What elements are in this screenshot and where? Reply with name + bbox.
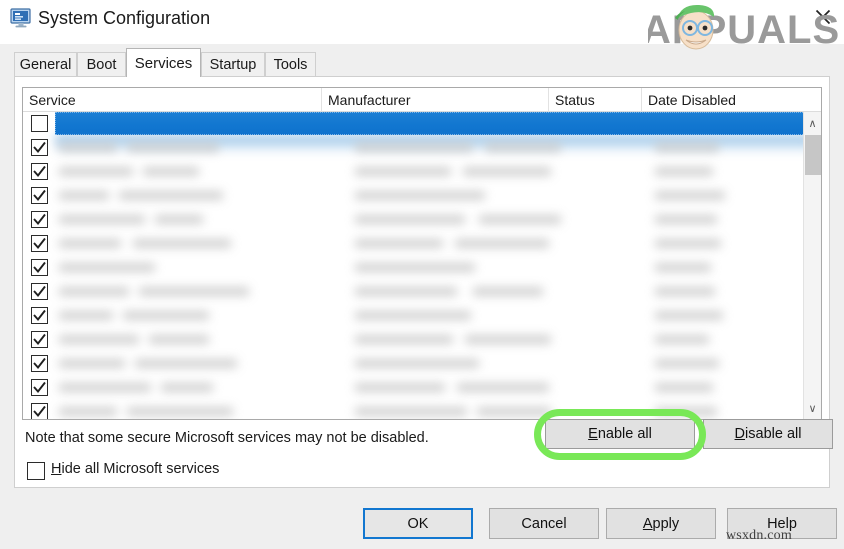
tab-strip: General Boot Services Startup Tools <box>14 48 830 77</box>
row-checkbox[interactable] <box>31 187 48 204</box>
row-checkbox[interactable] <box>31 235 48 252</box>
row-content-blurred <box>55 136 809 160</box>
row-checkbox[interactable] <box>31 211 48 228</box>
row-checkbox[interactable] <box>31 259 48 276</box>
disable-all-accel: D <box>734 426 746 442</box>
disable-all-button[interactable]: Disable all <box>703 419 833 449</box>
column-header-date-disabled[interactable]: Date Disabled <box>642 88 804 112</box>
table-row[interactable] <box>23 256 821 280</box>
scroll-down-icon[interactable]: ∨ <box>804 397 821 419</box>
tab-tools[interactable]: Tools <box>265 52 316 76</box>
row-content-blurred <box>55 400 809 419</box>
apply-button[interactable]: Apply <box>606 508 716 539</box>
row-checkbox[interactable] <box>31 307 48 324</box>
row-content-blurred <box>55 352 809 376</box>
row-content-blurred <box>55 328 809 352</box>
table-row[interactable] <box>23 400 821 419</box>
enable-all-accel: E <box>588 426 598 442</box>
services-list-view[interactable]: Service Manufacturer Status Date Disable… <box>22 87 822 420</box>
row-content-blurred <box>55 208 809 232</box>
row-content-blurred <box>55 232 809 256</box>
hide-microsoft-services-checkbox[interactable] <box>27 462 45 480</box>
table-row[interactable] <box>23 352 821 376</box>
services-tab-panel: Service Manufacturer Status Date Disable… <box>14 76 833 488</box>
tab-boot[interactable]: Boot <box>77 52 126 76</box>
table-row[interactable] <box>23 184 821 208</box>
table-row[interactable] <box>23 376 821 400</box>
tab-services[interactable]: Services <box>126 48 201 77</box>
title-bar: System Configuration <box>0 0 844 44</box>
system-configuration-dialog: System Configuration APPUALS General Boo… <box>0 0 844 549</box>
row-checkbox[interactable] <box>31 355 48 372</box>
table-row[interactable] <box>23 280 821 304</box>
column-header-status[interactable]: Status <box>549 88 642 112</box>
list-body: ∧ ∨ <box>23 112 821 419</box>
ok-button[interactable]: OK <box>363 508 473 539</box>
system-configuration-icon <box>10 8 32 28</box>
hide-label-accel: H <box>51 461 62 477</box>
row-content-blurred <box>55 304 809 328</box>
list-header-row: Service Manufacturer Status Date Disable… <box>23 88 821 112</box>
row-content-blurred <box>55 280 809 304</box>
row-content-blurred <box>55 160 809 184</box>
table-row[interactable] <box>23 136 821 160</box>
scrollbar-thumb[interactable] <box>805 135 821 175</box>
row-checkbox[interactable] <box>31 163 48 180</box>
vertical-scrollbar[interactable]: ∧ ∨ <box>803 112 821 419</box>
enable-all-button[interactable]: Enable all <box>545 419 695 449</box>
row-content-blurred <box>55 376 809 400</box>
close-icon[interactable] <box>806 2 840 32</box>
apply-rest: pply <box>652 515 680 532</box>
row-checkbox[interactable] <box>31 331 48 348</box>
table-row[interactable] <box>23 208 821 232</box>
tab-startup[interactable]: Startup <box>201 52 265 76</box>
hide-microsoft-services-label[interactable]: Hide all Microsoft services <box>51 461 219 477</box>
services-note-text: Note that some secure Microsoft services… <box>25 430 429 446</box>
apply-accel: A <box>642 515 653 532</box>
table-row[interactable] <box>23 160 821 184</box>
table-row[interactable] <box>23 112 821 136</box>
row-checkbox[interactable] <box>31 283 48 300</box>
table-row[interactable] <box>23 304 821 328</box>
table-row[interactable] <box>23 232 821 256</box>
wsxdn-watermark: wsxdn.com <box>726 528 792 543</box>
enable-all-rest: nable all <box>597 426 652 442</box>
column-header-service[interactable]: Service <box>23 88 322 112</box>
cancel-button[interactable]: Cancel <box>489 508 599 539</box>
row-checkbox[interactable] <box>31 139 48 156</box>
column-header-manufacturer[interactable]: Manufacturer <box>322 88 549 112</box>
tab-general[interactable]: General <box>14 52 77 76</box>
scroll-up-icon[interactable]: ∧ <box>804 112 821 134</box>
window-title: System Configuration <box>38 8 211 28</box>
row-checkbox[interactable] <box>31 379 48 396</box>
table-row[interactable] <box>23 328 821 352</box>
row-checkbox[interactable] <box>31 115 48 132</box>
row-checkbox[interactable] <box>31 403 48 419</box>
row-content-blurred <box>55 184 809 208</box>
hide-label-rest: ide all Microsoft services <box>61 461 220 477</box>
row-content-blurred <box>55 256 809 280</box>
disable-all-rest: isable all <box>745 426 802 442</box>
